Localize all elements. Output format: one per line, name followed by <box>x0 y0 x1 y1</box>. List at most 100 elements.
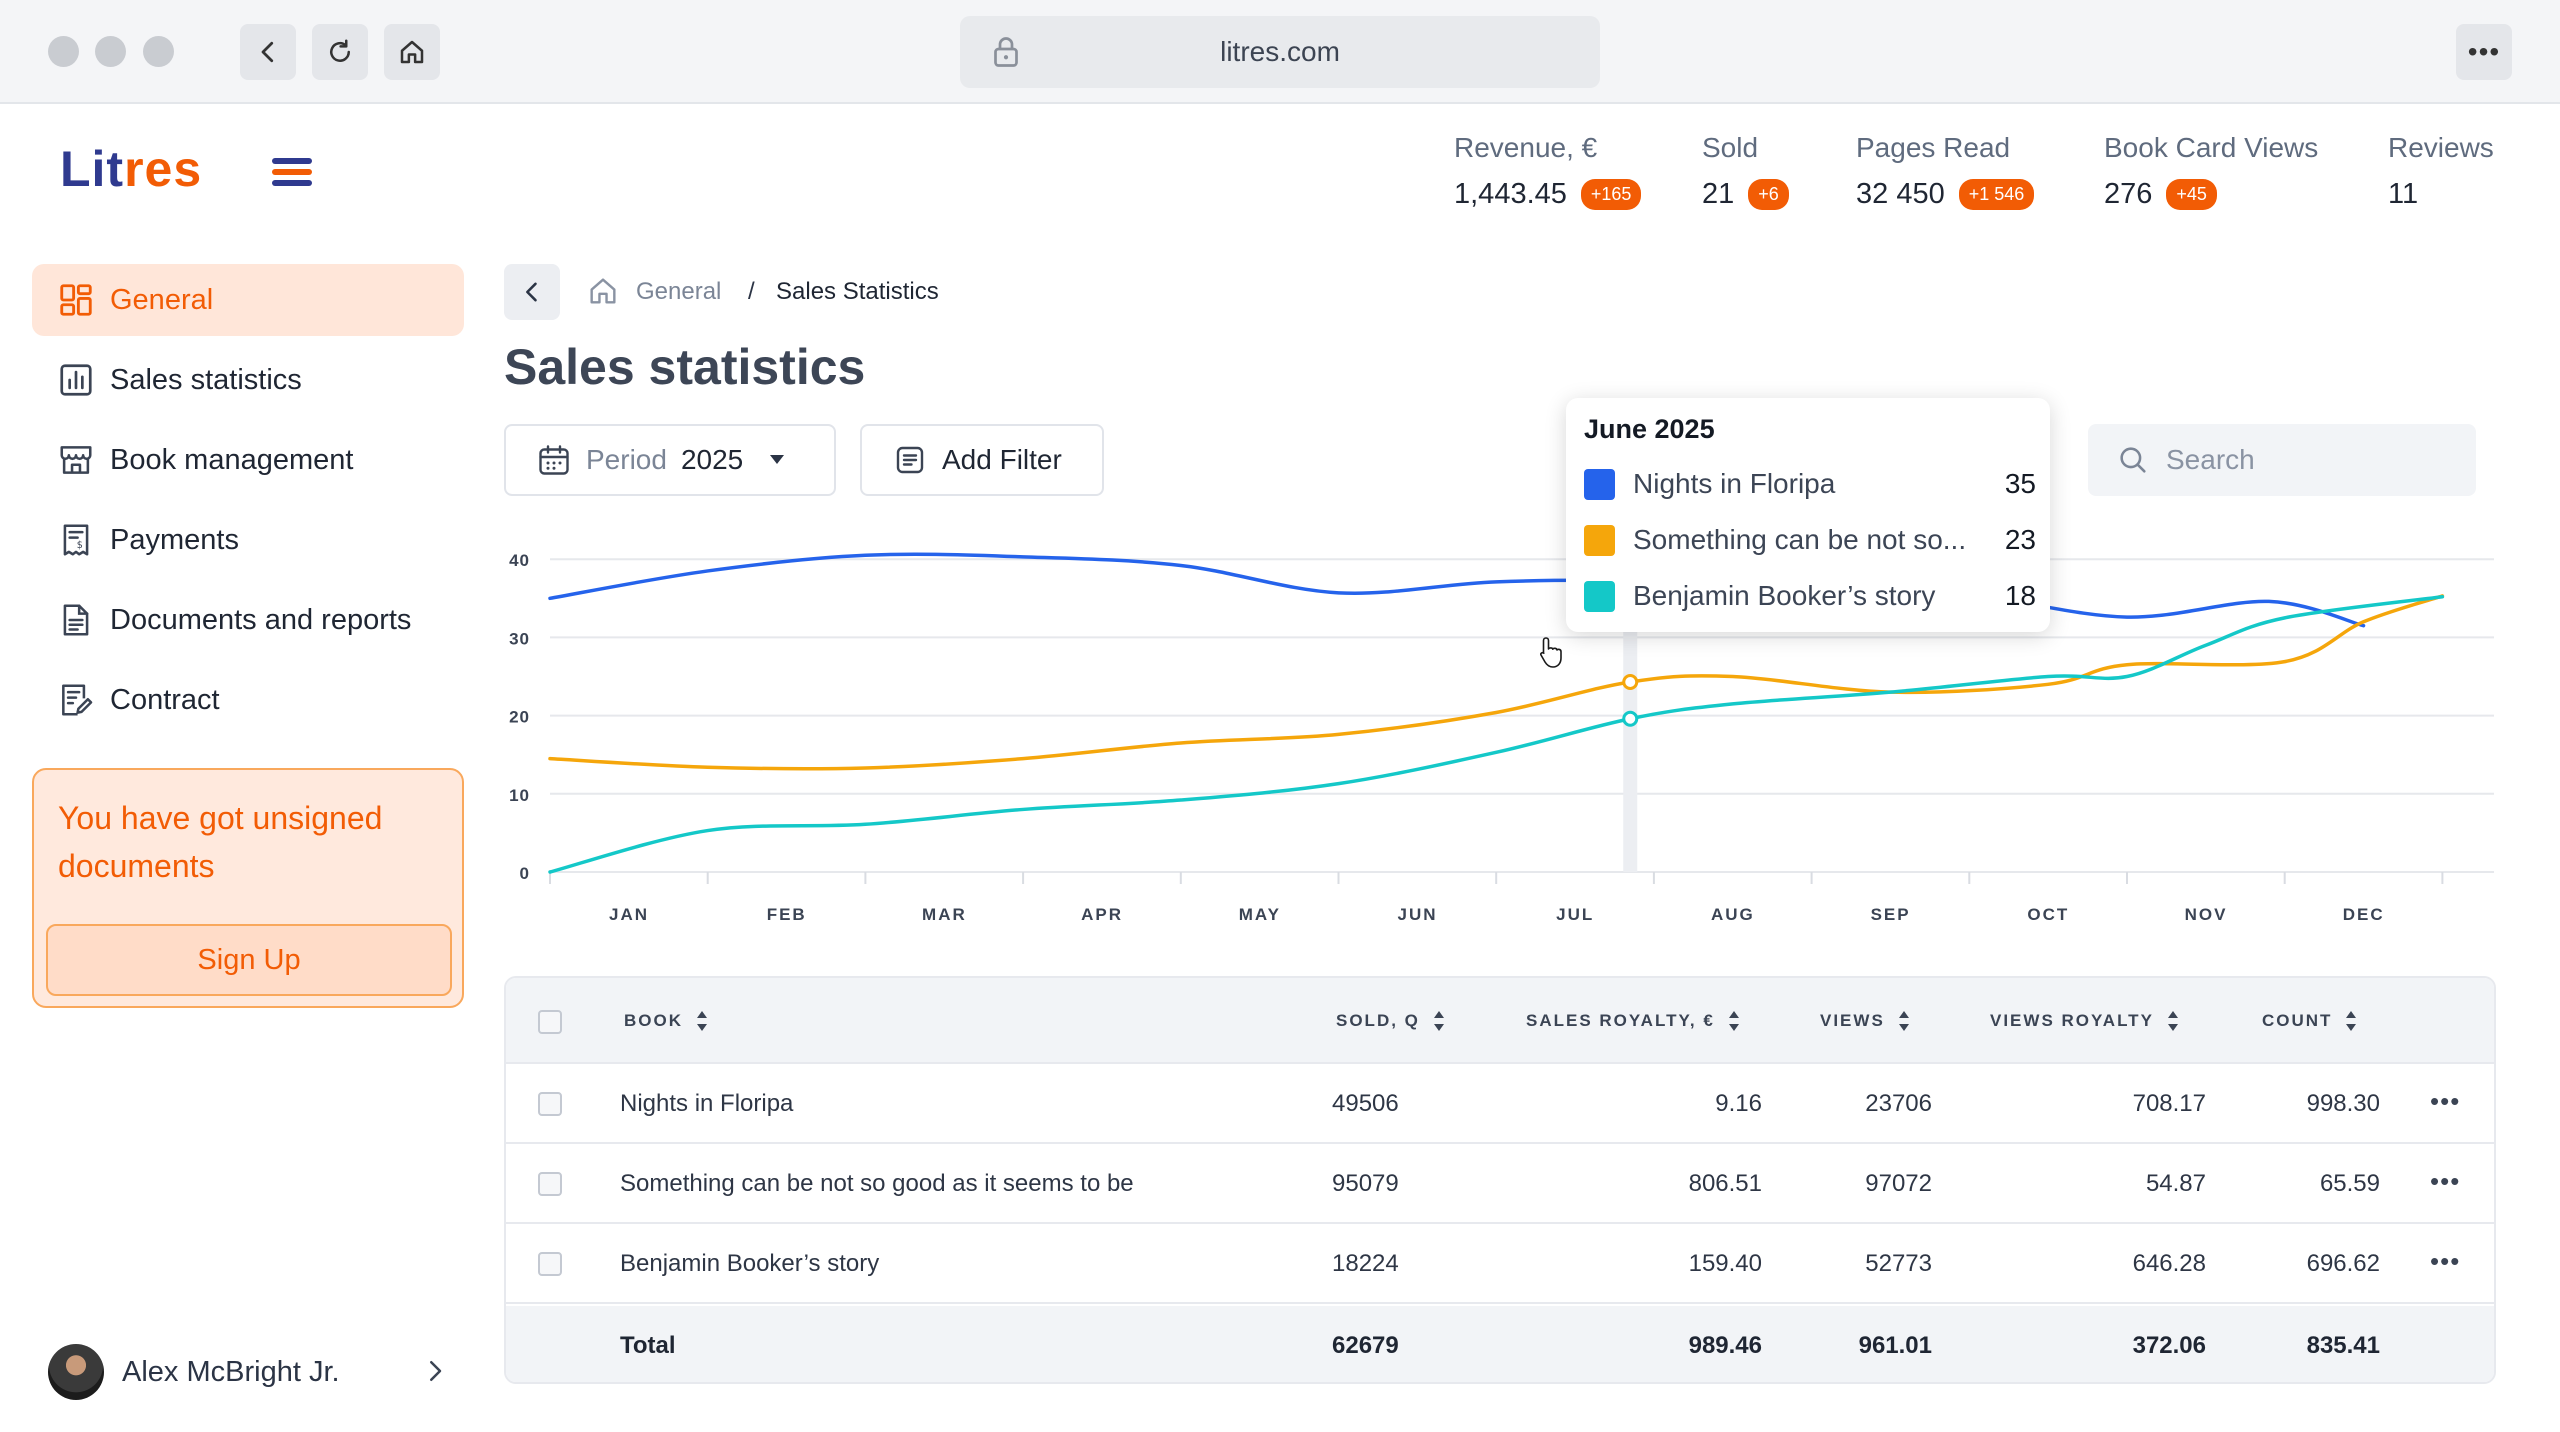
sidebar-item-label: Book management <box>110 443 354 476</box>
tooltip-series-name: Benjamin Booker’s story <box>1633 580 1936 611</box>
sort-icon <box>1728 1011 1739 1031</box>
sidebar-item-book-management[interactable]: Book management <box>32 424 464 496</box>
cursor-hand-icon <box>1540 637 1562 668</box>
search-icon <box>2120 447 2146 473</box>
sort-icon <box>2346 1011 2357 1031</box>
page-title: Sales statistics <box>504 339 866 395</box>
cell-sold: 18224 <box>1332 1250 1399 1277</box>
chart-tooltip: June 2025 Nights in Floripa 35 Something… <box>1566 398 2050 632</box>
cell-sales-royalty: 806.51 <box>1688 1170 1762 1197</box>
receipt-icon: $ <box>56 520 96 560</box>
chevron-left-icon <box>526 282 537 302</box>
chevron-right-icon <box>430 1361 442 1381</box>
stat-change-badge: +45 <box>2166 179 2217 210</box>
cell-count: 696.62 <box>2306 1250 2380 1277</box>
table-row[interactable]: Benjamin Booker’s story 18224 159.40 527… <box>506 1224 2494 1304</box>
stat-value: 1,443.45 <box>1454 178 1567 210</box>
window-close-dot[interactable] <box>48 36 79 67</box>
tooltip-series-value: 35 <box>2004 468 2036 499</box>
cell-count: 998.30 <box>2306 1090 2380 1117</box>
period-select[interactable]: Period 2025 <box>504 424 836 496</box>
x-tick-label: MAR <box>922 905 967 924</box>
sort-icon <box>2167 1011 2178 1031</box>
cell-sold: 49506 <box>1332 1090 1399 1117</box>
series-swatch <box>1584 468 1615 500</box>
row-checkbox[interactable] <box>538 1252 562 1276</box>
cell-views: 52773 <box>1865 1250 1932 1277</box>
hover-point <box>1622 710 1639 727</box>
browser-reload-button[interactable] <box>312 24 368 80</box>
search-field[interactable] <box>2088 424 2476 496</box>
tooltip-series-name: Something can be not so... <box>1633 524 1967 555</box>
notice-message: You have got unsigned documents <box>58 800 383 884</box>
row-checkbox[interactable] <box>538 1172 562 1196</box>
sidebar-item-documents-and-reports[interactable]: Documents and reports <box>32 584 464 656</box>
total-views: 961.01 <box>1858 1332 1932 1359</box>
y-tick-label: 0 <box>520 864 530 883</box>
litres-logo[interactable]: Litres <box>60 140 202 198</box>
browser-menu-button[interactable]: ••• <box>2456 24 2512 80</box>
row-more-icon[interactable]: ••• <box>2430 1166 2460 1197</box>
stat-book-card-views: Book Card Views 276 +45 <box>2104 132 2318 211</box>
sidebar-item-sales-statistics[interactable]: Sales statistics <box>32 344 464 416</box>
sort-icon <box>697 1011 707 1031</box>
sort-icon <box>1433 1011 1444 1031</box>
search-input[interactable] <box>2166 444 2466 476</box>
home-icon <box>400 40 424 64</box>
period-value: 2025 <box>680 444 744 475</box>
stat-revenue: Revenue, € 1,443.45 +165 <box>1454 132 1642 211</box>
breadcrumb-general[interactable]: General <box>636 278 721 306</box>
window-minimize-dot[interactable] <box>95 36 126 67</box>
total-label: Total <box>620 1332 676 1359</box>
period-label: Period <box>586 444 667 475</box>
breadcrumb-home-icon[interactable] <box>586 274 620 308</box>
sign-up-button[interactable]: Sign Up <box>46 924 452 996</box>
document-icon <box>56 600 96 640</box>
user-profile[interactable]: Alex McBright Jr. <box>48 1344 442 1400</box>
sidebar-item-contract[interactable]: Contract <box>32 664 464 736</box>
total-count: 835.41 <box>2306 1332 2380 1359</box>
stat-change-badge: +6 <box>1748 179 1789 210</box>
tooltip-series-name: Nights in Floripa <box>1633 468 1836 499</box>
tooltip-title: June 2025 <box>1584 414 1715 444</box>
row-more-icon[interactable]: ••• <box>2430 1086 2460 1117</box>
column-header-views-royalty[interactable]: VIEWS ROYALTY <box>1990 1010 2180 1032</box>
add-filter-button[interactable]: Add Filter <box>860 424 1104 496</box>
store-icon <box>56 440 96 480</box>
series-swatch <box>1584 524 1615 556</box>
column-header-book[interactable]: BOOK <box>624 1010 709 1032</box>
table-row[interactable]: Something can be not so good as it seems… <box>506 1144 2494 1224</box>
sidebar-item-payments[interactable]: $ Payments <box>32 504 464 576</box>
x-tick-label: SEP <box>1871 905 1911 924</box>
user-name: Alex McBright Jr. <box>122 1355 340 1388</box>
sidebar-item-general[interactable]: General <box>32 264 464 336</box>
address-bar[interactable]: litres.com <box>960 16 1600 88</box>
caret-down-icon <box>770 455 785 464</box>
stat-value: 32 450 <box>1856 178 1945 210</box>
browser-back-button[interactable] <box>240 24 296 80</box>
x-tick-label: JUN <box>1397 905 1437 924</box>
table-row[interactable]: Nights in Floripa 49506 9.16 23706 708.1… <box>506 1064 2494 1144</box>
browser-home-button[interactable] <box>384 24 440 80</box>
row-more-icon[interactable]: ••• <box>2430 1246 2460 1277</box>
series-swatch <box>1584 580 1615 612</box>
x-tick-label: OCT <box>2027 905 2069 924</box>
x-tick-label: MAY <box>1239 905 1281 924</box>
column-header-sold[interactable]: SOLD, Q <box>1336 1010 1446 1032</box>
select-all-checkbox[interactable] <box>538 1010 562 1034</box>
page-back-button[interactable] <box>504 264 560 320</box>
x-tick-label: FEB <box>767 905 807 924</box>
column-header-count[interactable]: COUNT <box>2262 1010 2358 1032</box>
column-header-views[interactable]: VIEWS <box>1820 1010 1911 1032</box>
column-header-sales-royalty[interactable]: SALES ROYALTY, € <box>1526 1010 1741 1032</box>
stat-label: Book Card Views <box>2104 132 2319 163</box>
row-checkbox[interactable] <box>538 1092 562 1116</box>
cell-views-royalty: 708.17 <box>2132 1090 2206 1117</box>
total-sales-royalty: 989.46 <box>1688 1332 1762 1359</box>
y-tick-label: 30 <box>509 629 530 648</box>
avatar <box>48 1344 104 1400</box>
window-maximize-dot[interactable] <box>143 36 174 67</box>
chevron-left-icon <box>261 41 274 63</box>
tooltip-row: Nights in Floripa 35 <box>1584 464 2036 504</box>
table-header: BOOK SOLD, Q SALES ROYALTY, € VIEWS VIEW… <box>506 978 2494 1064</box>
